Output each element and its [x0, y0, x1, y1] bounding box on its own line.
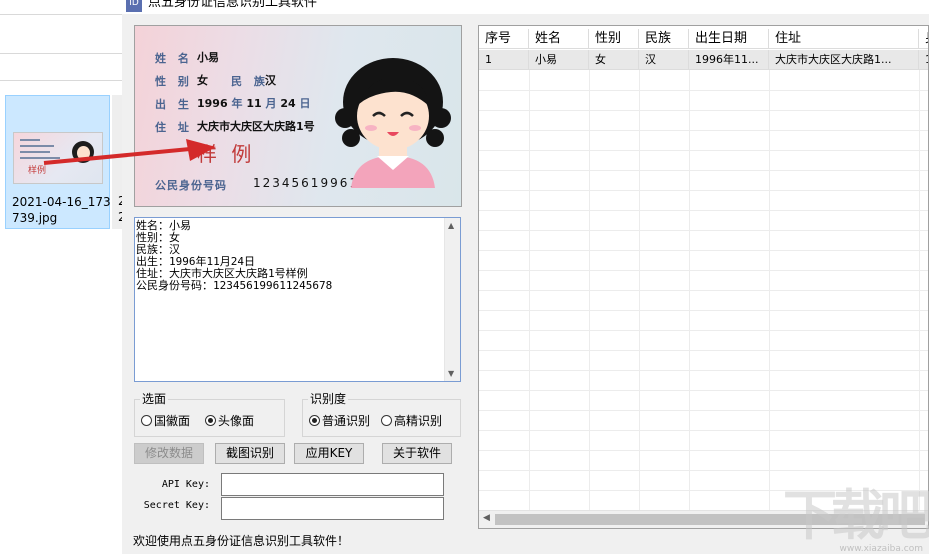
card-birth-value: 1996 年 11 月 24 日	[197, 97, 311, 110]
column-header[interactable]: 序号	[479, 29, 529, 49]
secret-key-input[interactable]	[221, 497, 444, 520]
accuracy-group-title: 识别度	[308, 392, 349, 406]
title-bar[interactable]: ID 点五身份证信息识别工具软件	[122, 0, 929, 14]
card-birth-label: 出 生	[155, 98, 193, 111]
side-group-title: 选面	[140, 392, 169, 406]
red-arrow-icon	[43, 139, 216, 165]
radio-icon	[141, 415, 152, 426]
explorer-divider	[0, 53, 122, 54]
table-cell[interactable]: 大庆市大庆区大庆路1...	[769, 50, 919, 70]
card-address-label: 住 址	[155, 121, 193, 134]
card-name-label: 姓 名	[155, 52, 193, 65]
card-gender-value: 女	[197, 74, 208, 87]
ocr-result-textarea[interactable]: 姓名：小易 性别：女 民族：汉 出生：1996年11月24日 住址：大庆市大庆区…	[134, 217, 461, 382]
card-address-value: 大庆市大庆区大庆路1号	[197, 120, 315, 133]
table-cell[interactable]: 小易	[529, 50, 589, 70]
table-row[interactable]: 1 小易 女 汉 1996年11... 大庆市大庆区大庆路1... 1	[479, 50, 928, 70]
modify-data-button[interactable]: 修改数据	[134, 443, 204, 464]
site-watermark-url: www.xiazaiba.com	[839, 544, 923, 554]
column-header[interactable]: 住址	[769, 29, 919, 49]
side-select-group: 选面 国徽面 头像面	[134, 392, 285, 437]
about-button[interactable]: 关于软件	[382, 443, 452, 464]
radio-selected-icon	[309, 415, 320, 426]
card-name-value: 小易	[197, 51, 219, 64]
scroll-left-icon[interactable]: ◀	[483, 513, 490, 523]
card-ethnic-label: 民 族	[231, 75, 269, 88]
explorer-divider	[0, 14, 122, 15]
radio-high-accuracy[interactable]: 高精识别	[381, 414, 442, 428]
screenshot-recognize-button[interactable]: 截图识别	[215, 443, 285, 464]
radio-portrait-side[interactable]: 头像面	[205, 414, 254, 428]
secret-key-label: Secret Key:	[143, 500, 210, 511]
app-icon: ID	[126, 0, 142, 12]
radio-national-emblem-side[interactable]: 国徽面	[141, 414, 190, 428]
column-header[interactable]: 身	[919, 29, 928, 49]
file-name-label: 2021-04-16_173 739.jpg	[12, 195, 111, 225]
column-header[interactable]: 性别	[589, 29, 639, 49]
cartoon-portrait-icon	[335, 58, 451, 188]
table-header: 序号 姓名 性别 民族 出生日期 住址 身	[479, 29, 928, 49]
ocr-result-text: 姓名：小易 性别：女 民族：汉 出生：1996年11月24日 住址：大庆市大庆区…	[136, 219, 333, 292]
scroll-up-icon[interactable]: ▲	[448, 221, 454, 230]
file-explorer-pane: 样例 2021-04-16_173 739.jpg	[0, 0, 122, 554]
table-cell[interactable]: 女	[589, 50, 639, 70]
column-header[interactable]: 姓名	[529, 29, 589, 49]
table-cell[interactable]: 1996年11...	[689, 50, 769, 70]
id-card-preview: 姓 名 小易 性 别 女 民 族 汉 出 生 1996 年 11 月 24 日 …	[134, 25, 462, 207]
api-key-input[interactable]	[221, 473, 444, 496]
apply-key-button[interactable]: 应用KEY	[294, 443, 364, 464]
card-ethnic-value: 汉	[265, 74, 276, 87]
status-bar-text: 欢迎使用点五身份证信息识别工具软件！	[133, 534, 350, 548]
textarea-scrollbar[interactable]: ▲ ▼	[444, 218, 460, 381]
radio-normal-accuracy[interactable]: 普通识别	[309, 414, 370, 428]
result-table[interactable]: 序号 姓名 性别 民族 出生日期 住址 身 1 小易 女 汉 1996年11..…	[478, 25, 929, 529]
column-header[interactable]: 民族	[639, 29, 689, 49]
table-cell[interactable]: 汉	[639, 50, 689, 70]
scroll-down-icon[interactable]: ▼	[448, 369, 454, 378]
radio-selected-icon	[205, 415, 216, 426]
accuracy-group: 识别度 普通识别 高精识别	[302, 392, 461, 437]
api-key-label: API Key:	[161, 479, 210, 490]
site-watermark-logo: 下载吧	[783, 483, 929, 547]
card-gender-label: 性 别	[155, 75, 193, 88]
column-header[interactable]: 出生日期	[689, 29, 769, 49]
explorer-divider	[0, 80, 122, 81]
table-cell[interactable]: 1	[479, 50, 529, 70]
table-cell[interactable]: 1	[919, 50, 928, 70]
window-title: 点五身份证信息识别工具软件	[148, 0, 318, 10]
card-idnum-label: 公民身份号码	[155, 179, 227, 192]
radio-icon	[381, 415, 392, 426]
